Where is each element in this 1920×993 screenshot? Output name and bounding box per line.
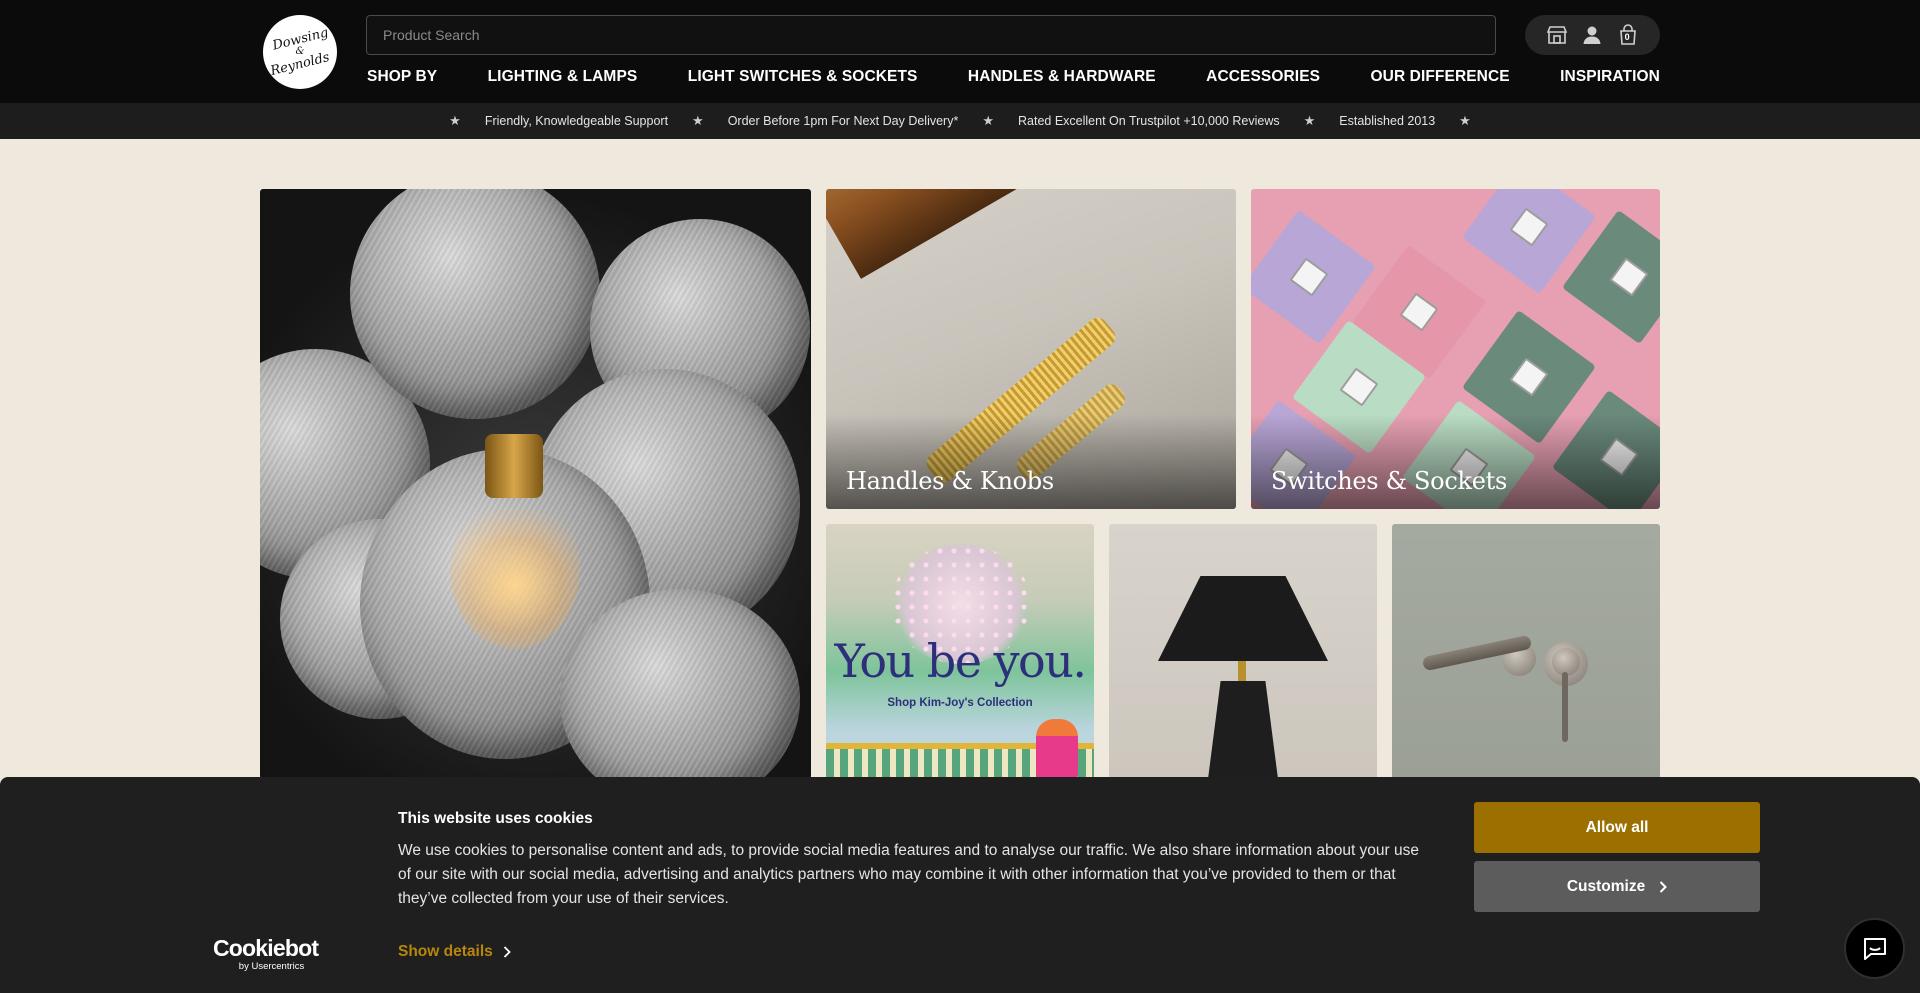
usp-delivery: Order Before 1pm For Next Day Delivery*	[727, 114, 959, 128]
usp-support: Friendly, Knowledgeable Support	[484, 114, 669, 128]
nav-light-switches-sockets[interactable]: LIGHT SWITCHES & SOCKETS	[688, 68, 918, 86]
account-icon[interactable]	[1579, 22, 1605, 48]
switch-rocker	[1509, 357, 1549, 397]
nav-our-difference[interactable]: OUR DIFFERENCE	[1371, 68, 1510, 86]
show-details-link[interactable]: Show details	[398, 943, 511, 961]
chevron-right-icon	[1659, 880, 1668, 893]
star-icon: ★	[692, 113, 704, 128]
nav-lighting-lamps[interactable]: LIGHTING & LAMPS	[488, 68, 638, 86]
cookie-banner: This website uses cookies We use cookies…	[0, 777, 1920, 993]
nav-shop-by[interactable]: SHOP BY	[367, 68, 437, 86]
tap-lever	[1562, 672, 1568, 742]
person-figure	[1036, 719, 1078, 779]
lamp-base	[1208, 681, 1278, 779]
nav-accessories[interactable]: ACCESSORIES	[1206, 68, 1320, 86]
switch-rocker	[1289, 257, 1329, 297]
show-details-label: Show details	[398, 943, 493, 960]
header-icon-group: 0	[1525, 15, 1660, 55]
switch-rocker	[1399, 292, 1439, 332]
kimjoy-title: You be you.	[834, 634, 1087, 688]
cookiebot-sub: by Usercentrics	[238, 961, 305, 972]
star-icon: ★	[982, 113, 994, 128]
tile-pendant-light[interactable]	[260, 189, 811, 779]
usp-bar: ★ Friendly, Knowledgeable Support ★ Orde…	[0, 103, 1920, 139]
usp-trustpilot: Rated Excellent On Trustpilot +10,000 Re…	[1018, 114, 1280, 128]
tile-switches-sockets[interactable]: Switches & Sockets	[1251, 189, 1660, 509]
basket-icon[interactable]: 0	[1615, 22, 1641, 48]
star-icon: ★	[1303, 113, 1316, 128]
customize-label: Customize	[1566, 877, 1646, 895]
star-icon: ★	[1459, 113, 1471, 128]
basket-count: 0	[1624, 32, 1630, 42]
customize-button[interactable]: Customize	[1474, 861, 1760, 912]
site-header: Dowsing & Reynolds 0 SHOP BY LIGHTING & …	[0, 0, 1920, 103]
cookiebot-logo: Cookiebot by Usercentrics	[213, 935, 319, 973]
store-icon[interactable]	[1544, 22, 1570, 48]
tile-table-lamp[interactable]	[1109, 524, 1377, 779]
chevron-right-icon	[503, 946, 511, 958]
lamp-stem	[1238, 661, 1246, 681]
nav-handles-hardware[interactable]: HANDLES & HARDWARE	[968, 68, 1156, 86]
switch-rocker	[1509, 207, 1549, 247]
kimjoy-subtitle: Shop Kim-Joy's Collection	[887, 697, 1033, 709]
tile-kimjoy-collection[interactable]: You be you. Shop Kim-Joy's Collection	[826, 524, 1094, 779]
product-search-input[interactable]	[366, 15, 1496, 55]
brand-logo[interactable]: Dowsing & Reynolds	[263, 15, 337, 89]
bulb-glow	[450, 489, 580, 649]
star-icon: ★	[449, 113, 461, 128]
tile-handles-knobs[interactable]: Handles & Knobs	[826, 189, 1236, 509]
tile-label-handles: Handles & Knobs	[846, 467, 1054, 495]
allow-all-button[interactable]: Allow all	[1474, 802, 1760, 853]
switch-rocker	[1609, 257, 1649, 297]
chat-button[interactable]	[1844, 918, 1905, 979]
tile-bathroom-tap[interactable]	[1392, 524, 1660, 779]
main-nav: SHOP BY LIGHTING & LAMPS LIGHT SWITCHES …	[367, 68, 1660, 86]
tile-label-switches: Switches & Sockets	[1271, 467, 1507, 495]
cookiebot-brand: Cookiebot	[213, 935, 319, 961]
wood-drawer	[826, 189, 1236, 279]
chat-icon	[1863, 937, 1886, 960]
nav-inspiration[interactable]: INSPIRATION	[1560, 68, 1660, 86]
lamp-shade	[1158, 576, 1328, 661]
switch-rocker	[1339, 367, 1379, 407]
cookie-title: This website uses cookies	[398, 810, 593, 827]
cookie-body: We use cookies to personalise content an…	[398, 842, 1420, 907]
usp-established: Established 2013	[1339, 114, 1436, 128]
